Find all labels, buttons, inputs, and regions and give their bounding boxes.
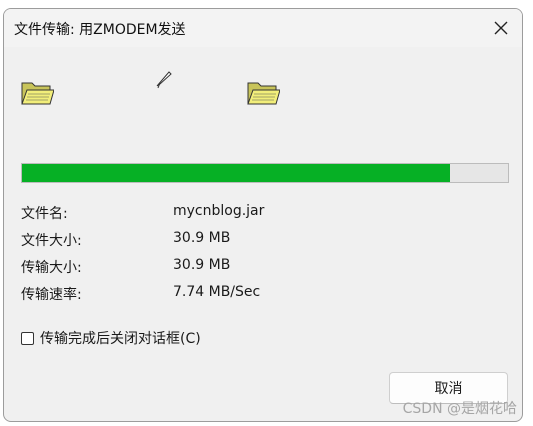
transfer-dialog: 文件传输: 用ZMODEM发送 文件名: mycnblog.jar 文件大小: …: [3, 8, 523, 422]
window-title: 文件传输: 用ZMODEM发送: [14, 22, 186, 38]
filename-label: 文件名:: [21, 206, 68, 222]
rate-label: 传输速率:: [21, 287, 82, 303]
close-on-complete-label[interactable]: 传输完成后关闭对话框(C): [40, 328, 201, 348]
folder-icon: [21, 82, 54, 105]
filename-value: mycnblog.jar: [173, 203, 265, 219]
paper-airplane-icon: [156, 71, 172, 89]
progress-bar: [21, 163, 509, 183]
close-on-complete-option[interactable]: 传输完成后关闭对话框(C): [21, 328, 201, 348]
close-icon: [494, 21, 508, 35]
folder-icon: [247, 82, 280, 105]
rate-value: 7.74 MB/Sec: [173, 284, 261, 300]
progress-fill: [22, 164, 450, 182]
close-button[interactable]: [486, 14, 516, 42]
transfer-animation: [4, 69, 522, 119]
filesize-label: 文件大小:: [21, 233, 82, 249]
filesize-value: 30.9 MB: [173, 230, 231, 246]
transferred-value: 30.9 MB: [173, 257, 231, 273]
transferred-label: 传输大小:: [21, 260, 82, 276]
watermark: CSDN @是烟花哈: [402, 401, 517, 417]
title-bar: 文件传输: 用ZMODEM发送: [4, 9, 522, 47]
close-on-complete-checkbox[interactable]: [21, 331, 34, 345]
